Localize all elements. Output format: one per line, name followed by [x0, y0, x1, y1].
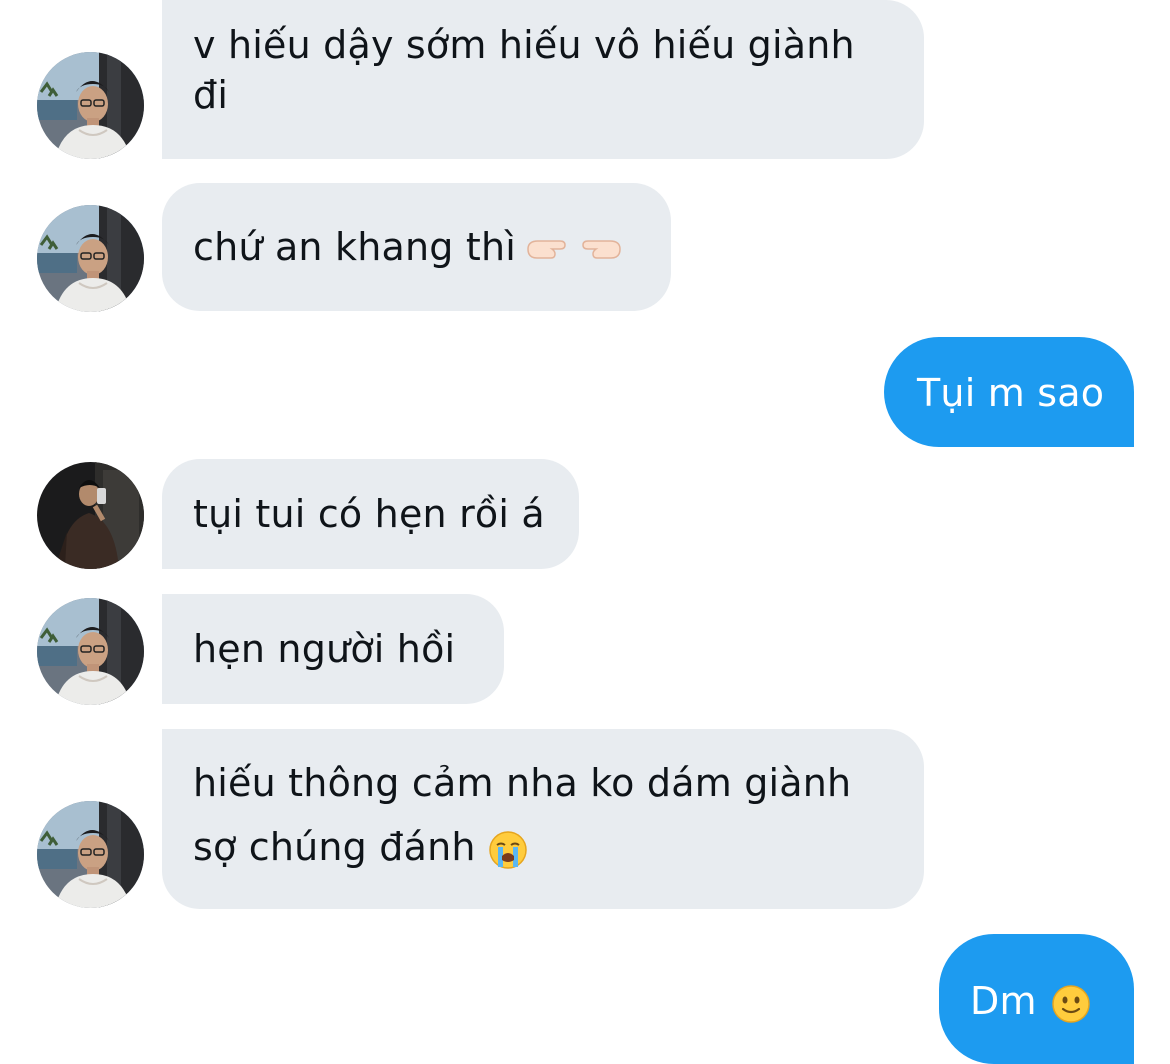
message-bubble-incoming[interactable]: hẹn người hồi	[162, 594, 504, 704]
avatar-boy-glasses	[37, 205, 144, 312]
message-bubble-incoming[interactable]: hiếu thông cảm nha ko dám giành sợ chúng…	[162, 729, 924, 909]
message-bubble-incoming[interactable]: tụi tui có hẹn rồi á	[162, 459, 579, 569]
avatar[interactable]	[37, 801, 144, 908]
avatar-boy-glasses	[37, 598, 144, 705]
message-bubble-incoming[interactable]: chứ an khang thì	[162, 183, 671, 311]
message-text: Dm	[970, 979, 1037, 1023]
message-text: Tụi m sao	[917, 371, 1105, 415]
avatar-mirror-selfie	[37, 462, 144, 569]
pointing-fingers-icon	[526, 233, 622, 267]
message-text: v hiếu dậy sớm hiếu vô hiếu giành	[193, 23, 855, 67]
message-text: hẹn người hồi	[193, 627, 456, 671]
avatar-boy-glasses	[37, 52, 144, 159]
message-bubble-outgoing[interactable]: Dm	[939, 934, 1134, 1064]
avatar[interactable]	[37, 52, 144, 159]
message-text: đi	[193, 73, 229, 117]
avatar[interactable]	[37, 598, 144, 705]
message-text: tụi tui có hẹn rồi á	[193, 492, 545, 536]
avatar[interactable]	[37, 205, 144, 312]
avatar-boy-glasses	[37, 801, 144, 908]
crying-face-icon	[488, 830, 528, 870]
message-text: chứ an khang thì	[193, 225, 516, 269]
avatar[interactable]	[37, 462, 144, 569]
message-text: hiếu thông cảm nha ko dám giành	[193, 761, 852, 805]
message-bubble-outgoing[interactable]: Tụi m sao	[884, 337, 1134, 447]
message-text: sợ chúng đánh	[193, 825, 476, 869]
slightly-smiling-face-icon	[1051, 984, 1091, 1024]
chat-thread[interactable]: v hiếu dậy sớm hiếu vô hiếu giành đi chứ…	[0, 0, 1170, 1064]
message-line: sợ chúng đánh	[193, 815, 894, 879]
message-bubble-incoming[interactable]: v hiếu dậy sớm hiếu vô hiếu giành đi	[162, 0, 924, 159]
